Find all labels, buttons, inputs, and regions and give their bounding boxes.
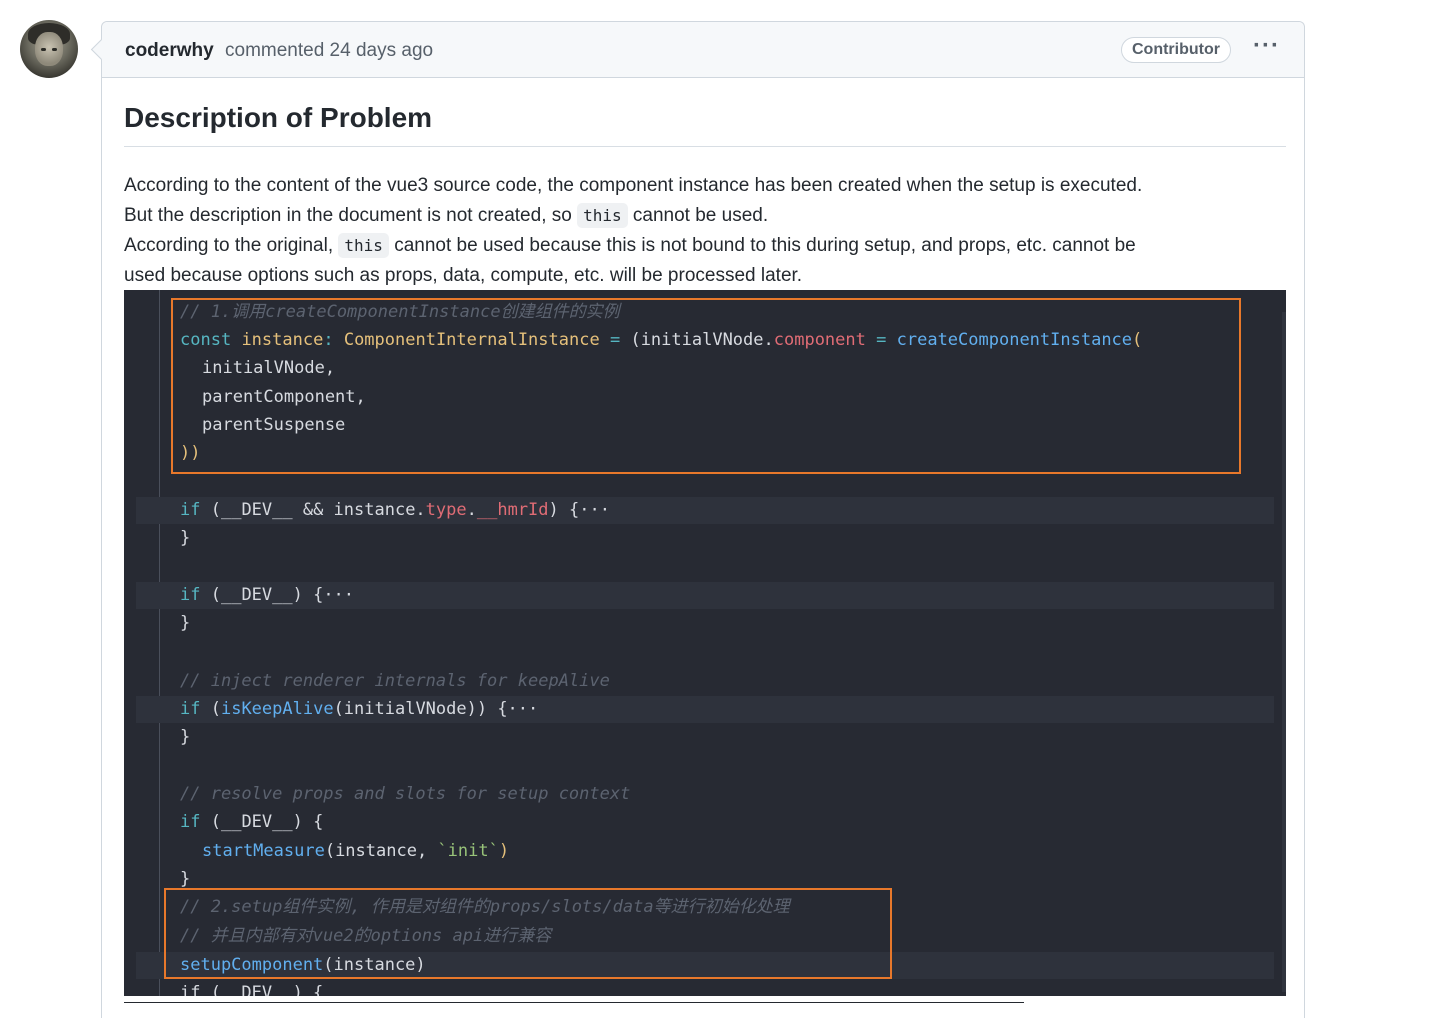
code-screenshot[interactable]: // 1.调用createComponentInstance创建组件的实例 co… — [124, 290, 1286, 996]
paragraph-line-3: According to the original, this cannot b… — [124, 231, 1294, 261]
code-line: if (__DEV__ && instance.type.__hmrId) {·… — [180, 500, 610, 520]
code-text: } — [180, 613, 191, 633]
paragraph-line-1: According to the content of the vue3 sou… — [124, 171, 1294, 201]
code-comment: // resolve props and slots for setup con… — [180, 784, 631, 804]
author-link[interactable]: coderwhy — [125, 40, 214, 62]
highlight-box — [164, 888, 892, 979]
code-line: // inject renderer internals for keepAli… — [180, 667, 610, 695]
heading-divider — [124, 146, 1286, 147]
code-text: } — [180, 528, 191, 548]
code-text: } — [180, 869, 191, 889]
paragraph-text: cannot be used because this is not bound… — [388, 235, 1136, 256]
code-function: isKeepAlive — [220, 699, 334, 719]
code-line: if (__DEV__) {··· — [180, 581, 354, 609]
paragraph-text: According to the original, — [124, 235, 339, 256]
inline-code: this — [577, 203, 628, 228]
highlight-box — [171, 298, 1241, 474]
code-property: __hmrId — [476, 500, 549, 520]
bottom-divider — [124, 1002, 1024, 1003]
comment-box: coderwhy commented 24 days ago Contribut… — [90, 21, 1305, 1018]
comment-heading: Description of Problem — [124, 102, 433, 133]
code-keyword: if — [180, 812, 201, 832]
code-text: (__DEV__ && instance. — [210, 500, 426, 520]
code-function: startMeasure — [202, 841, 325, 861]
code-string: `init` — [437, 841, 499, 861]
code-comment: // inject renderer internals for keepAli… — [180, 671, 610, 691]
more-options-icon[interactable]: ··· — [1253, 32, 1280, 60]
paragraph-text: cannot be used. — [627, 205, 769, 226]
comment-header: coderwhy commented 24 days ago Contribut… — [102, 22, 1304, 78]
avatar-face — [35, 32, 63, 66]
code-text: if (__DEV__) { — [180, 983, 324, 996]
avatar-eye — [52, 48, 57, 51]
code-keyword: if — [180, 500, 201, 520]
code-line: startMeasure(instance, `init`) — [202, 841, 510, 861]
paragraph-text: used because options such as props, data… — [124, 265, 803, 286]
code-text: (__DEV__) { — [210, 812, 324, 832]
code-line: if (__DEV__) { — [180, 979, 323, 996]
code-line: } — [180, 609, 190, 637]
comment-timestamp[interactable]: commented 24 days ago — [225, 40, 433, 62]
paragraph-line-4: used because options such as props, data… — [124, 261, 1294, 291]
code-keyword: if — [180, 585, 201, 605]
code-text: } — [180, 727, 191, 747]
paragraph-text: According to the content of the vue3 sou… — [124, 175, 1143, 196]
avatar-eye — [41, 48, 46, 51]
code-text: ) {··· — [548, 500, 610, 520]
author-avatar[interactable] — [20, 20, 78, 78]
code-text: (__DEV__) {··· — [210, 585, 355, 605]
paragraph-line-2: But the description in the document is n… — [124, 201, 1294, 231]
code-line: } — [180, 723, 190, 751]
code-line: if (isKeepAlive(initialVNode)) {··· — [180, 699, 539, 719]
code-line: // resolve props and slots for setup con… — [180, 780, 630, 808]
minimap-strip — [1282, 312, 1286, 992]
code-keyword: if — [180, 699, 201, 719]
code-line: } — [180, 524, 190, 552]
code-line: if (__DEV__) { — [180, 808, 323, 836]
code-property: type — [425, 500, 467, 520]
code-text: (instance, — [324, 841, 438, 861]
paragraph-text: But the description in the document is n… — [124, 205, 578, 226]
contributor-badge: Contributor — [1121, 37, 1231, 63]
indent-guide — [159, 290, 160, 996]
inline-code: this — [338, 233, 389, 258]
code-text: (initialVNode)) {··· — [333, 699, 539, 719]
